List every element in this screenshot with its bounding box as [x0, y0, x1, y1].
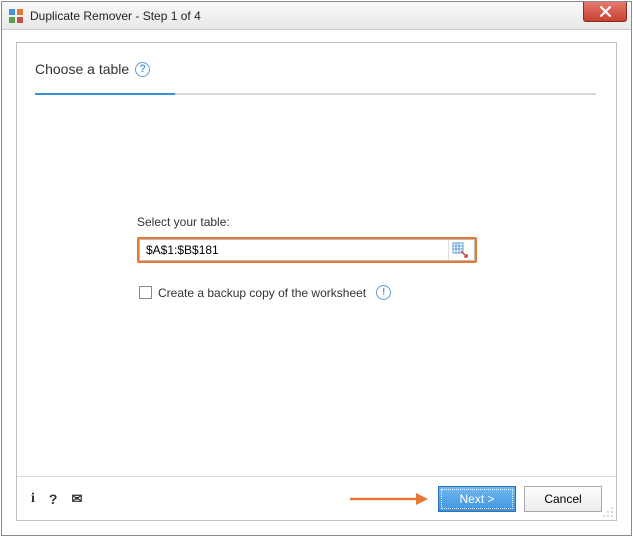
about-icon[interactable]: i: [31, 491, 35, 507]
dialog-window: Duplicate Remover - Step 1 of 4 Choose a…: [1, 1, 632, 536]
range-input-group: [137, 237, 477, 263]
resize-grip[interactable]: [602, 506, 614, 518]
step-heading: Choose a table: [35, 61, 129, 77]
feedback-icon[interactable]: ✉: [71, 491, 82, 507]
wizard-header: Choose a table ?: [17, 43, 616, 105]
titlebar[interactable]: Duplicate Remover - Step 1 of 4: [2, 2, 631, 30]
help-icon[interactable]: ?: [135, 62, 150, 77]
footer-buttons: Next > Cancel: [348, 486, 602, 512]
range-input[interactable]: [144, 240, 448, 260]
info-icon[interactable]: !: [376, 285, 391, 300]
range-label: Select your table:: [137, 215, 586, 229]
app-icon: [8, 8, 24, 24]
footer-tools: i ? ✉: [31, 491, 82, 507]
close-button[interactable]: [583, 2, 627, 22]
wizard-body: Select your table:: [17, 105, 616, 300]
arrow-annotation: [348, 489, 428, 509]
content-panel: Choose a table ? Select your table:: [16, 42, 617, 521]
wizard-footer: i ? ✉ Next > Cancel: [17, 476, 616, 520]
backup-checkbox[interactable]: [139, 286, 152, 299]
backup-option-row: Create a backup copy of the worksheet !: [137, 285, 586, 300]
next-button[interactable]: Next >: [438, 486, 516, 512]
progress-bar: [35, 93, 596, 95]
cancel-button[interactable]: Cancel: [524, 486, 602, 512]
window-title: Duplicate Remover - Step 1 of 4: [30, 9, 201, 23]
backup-label[interactable]: Create a backup copy of the worksheet: [158, 286, 366, 300]
range-picker-button[interactable]: [448, 240, 470, 260]
help-footer-icon[interactable]: ?: [49, 491, 58, 507]
close-icon: [600, 6, 611, 17]
progress-fill: [35, 93, 175, 95]
range-picker-icon: [452, 242, 468, 258]
